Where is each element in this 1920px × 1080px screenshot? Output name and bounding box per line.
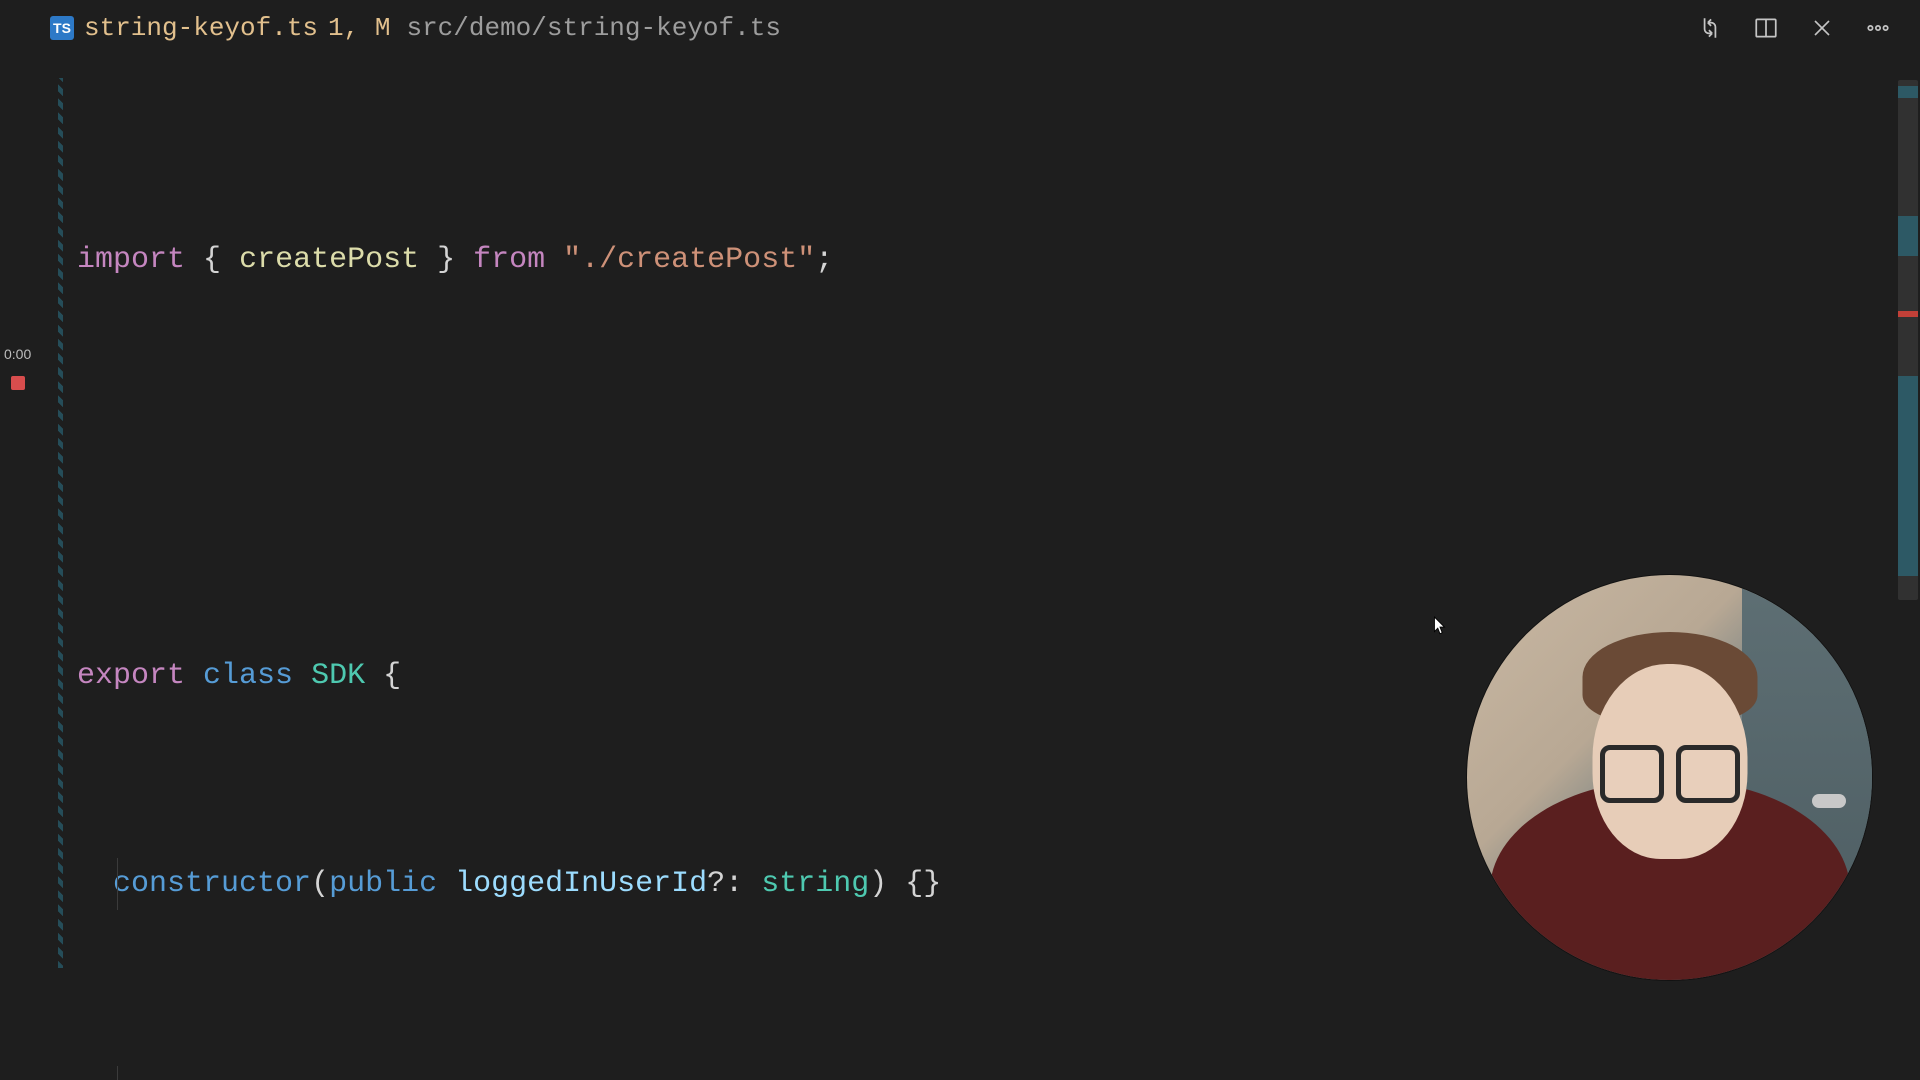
overview-git-mark <box>1898 216 1918 256</box>
mouse-cursor-icon <box>1433 616 1447 636</box>
tab-filepath: src/demo/string-keyof.ts <box>406 13 780 43</box>
overview-ruler[interactable] <box>1892 56 1920 1080</box>
tab-actions <box>1696 14 1912 42</box>
code-line: import { createPost } from "./createPost… <box>77 234 1920 286</box>
close-icon[interactable] <box>1808 14 1836 42</box>
overview-git-mark <box>1898 86 1918 98</box>
overview-git-mark <box>1898 376 1918 576</box>
recording-indicator-icon <box>11 376 25 390</box>
editor-area[interactable]: 0:00 import { createPost } from "./creat… <box>0 56 1920 1080</box>
overview-error-mark <box>1898 311 1918 317</box>
split-editor-icon[interactable] <box>1752 14 1780 42</box>
editor-gutter <box>0 56 63 1080</box>
code-line <box>77 1066 1920 1080</box>
more-icon[interactable] <box>1864 14 1892 42</box>
tab-problems-badge: 1, M <box>328 13 390 43</box>
code-line <box>77 442 1920 494</box>
presenter-webcam <box>1467 575 1872 980</box>
recording-time: 0:00 <box>4 346 31 362</box>
compare-changes-icon[interactable] <box>1696 14 1724 42</box>
editor-tabbar: TS string-keyof.ts 1, M src/demo/string-… <box>0 0 1920 56</box>
recording-overlay: 0:00 <box>4 346 31 390</box>
editor-tab[interactable]: TS string-keyof.ts 1, M src/demo/string-… <box>50 0 797 56</box>
tab-filename: string-keyof.ts <box>84 13 318 43</box>
typescript-file-icon: TS <box>50 16 74 40</box>
